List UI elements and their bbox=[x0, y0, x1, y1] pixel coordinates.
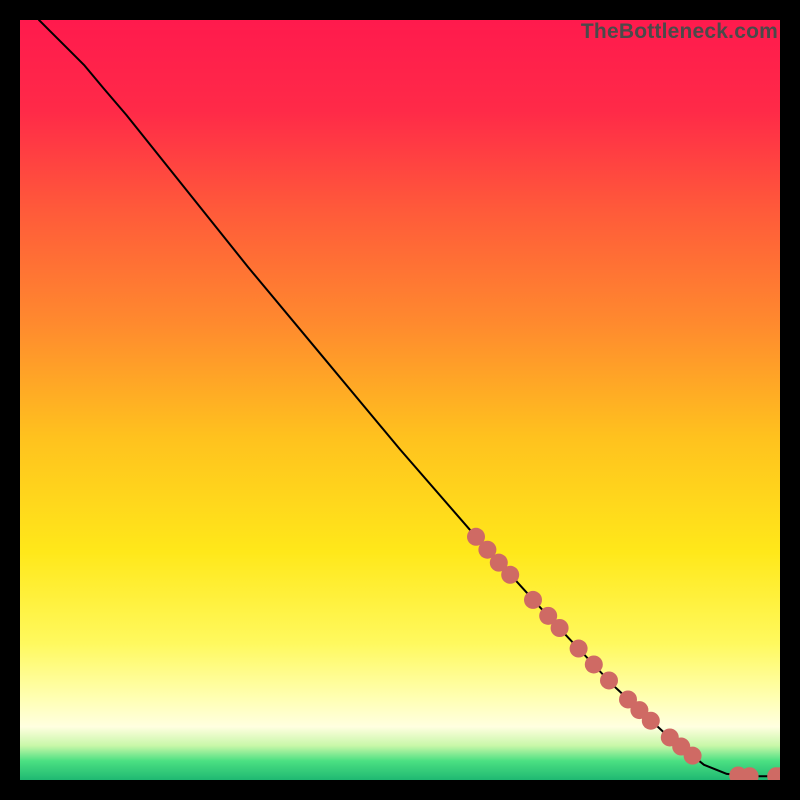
data-marker bbox=[501, 566, 519, 584]
data-marker bbox=[600, 671, 618, 689]
data-marker bbox=[642, 712, 660, 730]
data-marker bbox=[551, 619, 569, 637]
data-marker bbox=[524, 591, 542, 609]
chart-background bbox=[20, 20, 780, 780]
chart-canvas bbox=[20, 20, 780, 780]
chart-frame: TheBottleneck.com bbox=[20, 20, 780, 780]
data-marker bbox=[570, 640, 588, 658]
watermark-text: TheBottleneck.com bbox=[581, 20, 778, 44]
data-marker bbox=[684, 747, 702, 765]
data-marker bbox=[585, 655, 603, 673]
